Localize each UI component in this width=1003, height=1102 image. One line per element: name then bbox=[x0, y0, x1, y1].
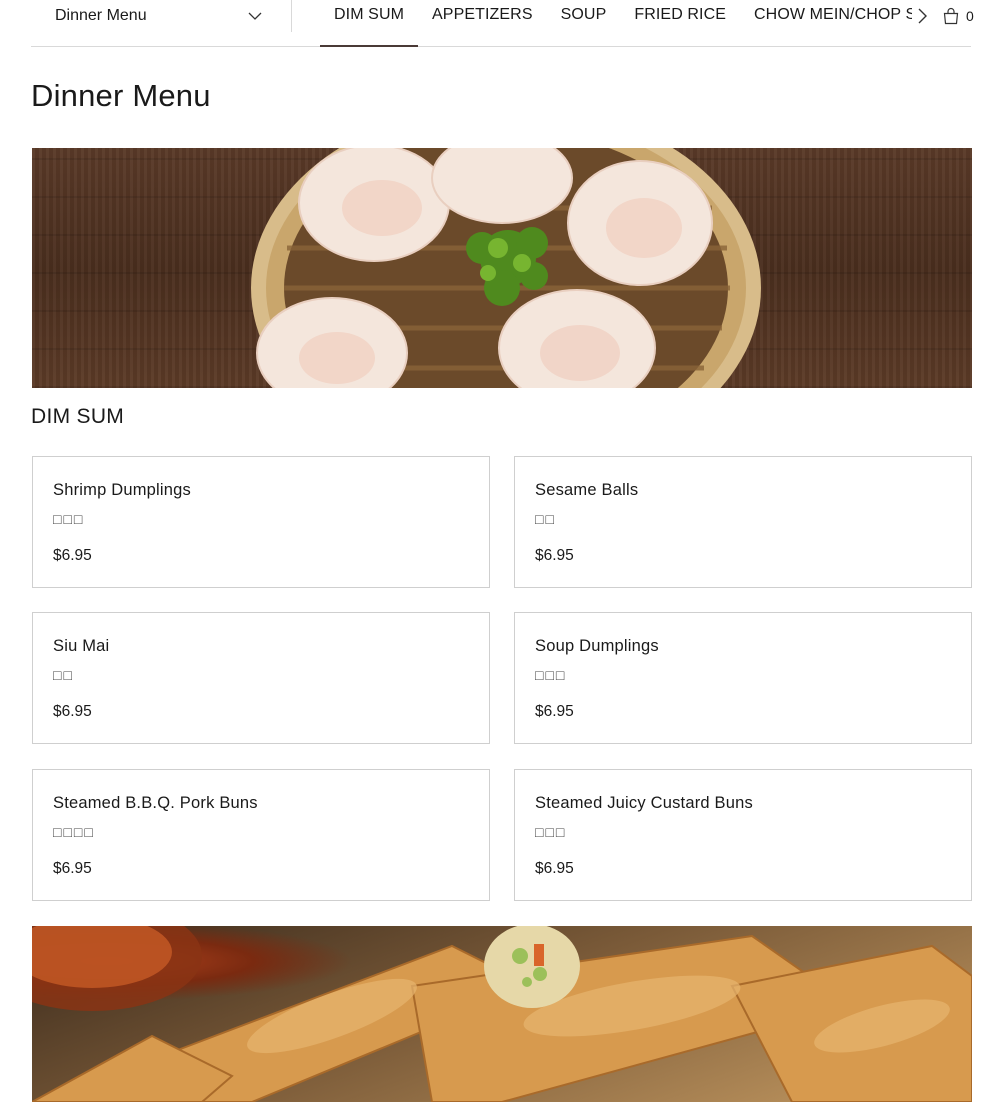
vertical-divider bbox=[291, 0, 292, 32]
tab-fried-rice[interactable]: FRIED RICE bbox=[620, 0, 740, 47]
cart-button[interactable]: 0 bbox=[942, 5, 974, 27]
menu-item-card[interactable]: Soup Dumplings □□□ $6.95 bbox=[514, 612, 972, 744]
menu-item-chinese-name: □□ bbox=[535, 511, 556, 527]
menu-item-name: Soup Dumplings bbox=[535, 637, 659, 655]
menu-item-name: Shrimp Dumplings bbox=[53, 481, 191, 499]
page-title: Dinner Menu bbox=[31, 78, 211, 113]
chevron-right-icon[interactable] bbox=[912, 6, 932, 26]
category-tabs: DIM SUM APPETIZERS SOUP FRIED RICE CHOW … bbox=[320, 0, 912, 47]
menu-item-price: $6.95 bbox=[53, 860, 92, 877]
cart-count: 0 bbox=[966, 8, 974, 24]
egg-rolls-illustration bbox=[32, 926, 972, 1102]
menu-item-card[interactable]: Siu Mai □□ $6.95 bbox=[32, 612, 490, 744]
menu-selector-value: Dinner Menu bbox=[55, 7, 147, 24]
tab-chow-mein-chop-suey[interactable]: CHOW MEIN/CHOP SUEY bbox=[740, 0, 912, 47]
tab-soup[interactable]: SOUP bbox=[547, 0, 621, 47]
menu-item-card[interactable]: Shrimp Dumplings □□□ $6.95 bbox=[32, 456, 490, 588]
menu-item-name: Steamed B.B.Q. Pork Buns bbox=[53, 794, 258, 812]
menu-item-price: $6.95 bbox=[535, 860, 574, 877]
menu-item-card[interactable]: Steamed B.B.Q. Pork Buns □□□□ $6.95 bbox=[32, 769, 490, 901]
tab-appetizers[interactable]: APPETIZERS bbox=[418, 0, 547, 47]
menu-item-chinese-name: □□□ bbox=[53, 511, 85, 527]
menu-item-price: $6.95 bbox=[53, 547, 92, 564]
menu-item-chinese-name: □□□□ bbox=[53, 824, 95, 840]
appetizers-hero-image bbox=[32, 926, 972, 1102]
menu-item-chinese-name: □□ bbox=[53, 667, 74, 683]
menu-item-chinese-name: □□□ bbox=[535, 824, 567, 840]
menu-item-price: $6.95 bbox=[535, 547, 574, 564]
menu-item-price: $6.95 bbox=[53, 703, 92, 720]
dim-sum-steamer-illustration bbox=[251, 148, 761, 388]
dim-sum-hero-image bbox=[32, 148, 972, 388]
menu-item-card[interactable]: Sesame Balls □□ $6.95 bbox=[514, 456, 972, 588]
top-navigation-bar: Dinner Menu DIM SUM APPETIZERS SOUP FRIE… bbox=[31, 0, 974, 47]
menu-item-name: Steamed Juicy Custard Buns bbox=[535, 794, 753, 812]
menu-item-name: Sesame Balls bbox=[535, 481, 639, 499]
menu-item-chinese-name: □□□ bbox=[535, 667, 567, 683]
menu-item-card[interactable]: Steamed Juicy Custard Buns □□□ $6.95 bbox=[514, 769, 972, 901]
shopping-bag-icon bbox=[943, 7, 959, 25]
category-tabs-viewport: DIM SUM APPETIZERS SOUP FRIED RICE CHOW … bbox=[320, 0, 912, 47]
section-title-dim-sum: DIM SUM bbox=[31, 405, 125, 428]
menu-selector-dropdown[interactable]: Dinner Menu bbox=[31, 0, 291, 32]
menu-item-name: Siu Mai bbox=[53, 637, 110, 655]
tab-dim-sum[interactable]: DIM SUM bbox=[320, 0, 419, 47]
chevron-down-icon bbox=[248, 12, 262, 20]
menu-item-price: $6.95 bbox=[535, 703, 574, 720]
